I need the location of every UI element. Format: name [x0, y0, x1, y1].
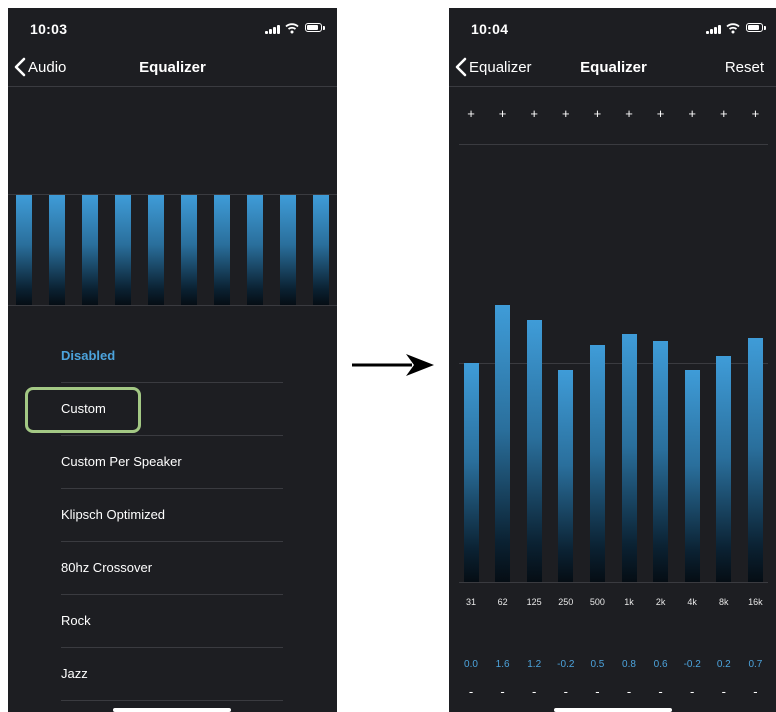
band-increase-button[interactable]: + — [745, 106, 765, 121]
band-decrease-button[interactable]: - — [714, 684, 734, 699]
band-increase-button[interactable]: + — [556, 106, 576, 121]
band-gain-label: 0.6 — [653, 659, 668, 670]
preset-80hz-crossover[interactable]: 80hz Crossover — [61, 542, 283, 595]
band-bar[interactable] — [589, 344, 605, 582]
band-gain-label: 0.2 — [716, 659, 731, 670]
preset-jazz[interactable]: Jazz — [61, 648, 283, 701]
preset-label: Klipsch Optimized — [61, 507, 166, 522]
band-bar[interactable] — [747, 337, 763, 582]
band-bar[interactable] — [495, 305, 511, 582]
status-time: 10:04 — [471, 21, 509, 37]
wifi-icon — [726, 23, 740, 34]
nav-bar: Audio Equalizer — [8, 50, 337, 86]
preview-bar — [280, 195, 296, 305]
band-bar[interactable] — [463, 363, 479, 582]
band-decrease-button[interactable]: - — [556, 684, 576, 699]
page-title: Equalizer — [139, 59, 206, 76]
band-decrease-button[interactable]: - — [682, 684, 702, 699]
preview-bar — [181, 195, 197, 305]
home-indicator — [113, 708, 231, 712]
battery-icon — [746, 23, 763, 32]
band-decrease-button[interactable]: - — [651, 684, 671, 699]
status-icons — [706, 22, 766, 34]
arrow-right-icon — [352, 354, 434, 376]
preset-label: 80hz Crossover — [61, 560, 153, 575]
band-frequency-label: 1k — [624, 597, 634, 607]
band-frequency-label: 16k — [748, 597, 763, 607]
band-increase-button[interactable]: + — [524, 106, 544, 121]
preview-bar — [82, 195, 98, 305]
battery-icon — [305, 23, 322, 32]
band-decrease-button[interactable]: - — [461, 684, 481, 699]
divider — [8, 86, 337, 87]
preset-label: Rock — [61, 613, 91, 628]
signal-icon — [706, 31, 709, 34]
preset-rock[interactable]: Rock — [61, 595, 283, 648]
band-bar[interactable] — [684, 370, 700, 582]
signal-icon — [265, 31, 268, 34]
band-bar[interactable] — [653, 341, 669, 582]
band-increase-button[interactable]: + — [714, 106, 734, 121]
band-decrease-button[interactable]: - — [493, 684, 513, 699]
preset-label: Jazz — [61, 666, 88, 681]
status-time: 10:03 — [30, 21, 68, 37]
band-gain-label: 0.5 — [590, 659, 605, 670]
band-increase-button[interactable]: + — [682, 106, 702, 121]
band-frequency-label: 4k — [687, 597, 697, 607]
nav-bar: Equalizer Equalizer Reset — [449, 50, 776, 86]
phone-screen-before: 10:03 Audio Equalizer Disabled Custom Cu… — [8, 8, 337, 712]
band-decrease-button[interactable]: - — [745, 684, 765, 699]
band-frequency-label: 62 — [497, 597, 508, 607]
band-gain-label: 1.2 — [527, 659, 542, 670]
band-gain-label: 1.6 — [495, 659, 510, 670]
preset-custom-per-speaker[interactable]: Custom Per Speaker — [61, 436, 283, 489]
preview-bar — [247, 195, 263, 305]
band-frequency-label: 500 — [589, 597, 605, 607]
band-decrease-button[interactable]: - — [619, 684, 639, 699]
phone-screen-after: 10:04 Equalizer Equalizer Reset +31 0.0 - +… — [449, 8, 776, 712]
preset-label: Custom Per Speaker — [61, 454, 182, 469]
home-indicator — [554, 708, 672, 712]
band-increase-button[interactable]: + — [493, 106, 513, 121]
band-frequency-label: 31 — [465, 597, 476, 607]
preview-bar — [148, 195, 164, 305]
band-bar[interactable] — [716, 355, 732, 582]
band-bar[interactable] — [526, 319, 542, 582]
wifi-icon — [285, 23, 299, 34]
band-increase-button[interactable]: + — [651, 106, 671, 121]
status-icons — [265, 22, 325, 34]
preset-label: Disabled — [61, 348, 116, 363]
band-gain-label: 0.0 — [464, 659, 478, 670]
band-increase-button[interactable]: + — [619, 106, 639, 121]
band-frequency-label: 8k — [719, 597, 729, 607]
preview-bar — [214, 195, 230, 305]
reset-button[interactable]: Reset — [725, 59, 764, 76]
band-bar[interactable] — [621, 334, 637, 582]
band-gain-label: -0.2 — [557, 659, 575, 670]
preset-klipsch-optimized[interactable]: Klipsch Optimized — [61, 489, 283, 542]
band-gain-label: 0.8 — [622, 659, 636, 670]
band-increase-button[interactable]: + — [587, 106, 607, 121]
preview-bar — [16, 195, 32, 305]
band-gain-label: 0.7 — [748, 659, 763, 670]
band-bar[interactable] — [558, 370, 574, 582]
band-frequency-label: 250 — [558, 597, 574, 607]
preview-bar — [49, 195, 65, 305]
band-gain-label: -0.2 — [683, 659, 701, 670]
preset-disabled[interactable]: Disabled — [61, 330, 283, 383]
divider — [449, 86, 776, 87]
band-decrease-button[interactable]: - — [587, 684, 607, 699]
selection-highlight — [25, 387, 141, 433]
band-frequency-label: 2k — [655, 597, 666, 607]
band-frequency-label: 125 — [526, 597, 542, 607]
preview-bar — [115, 195, 131, 305]
preview-bar — [313, 195, 329, 305]
band-increase-button[interactable]: + — [461, 106, 481, 121]
band-decrease-button[interactable]: - — [524, 684, 544, 699]
